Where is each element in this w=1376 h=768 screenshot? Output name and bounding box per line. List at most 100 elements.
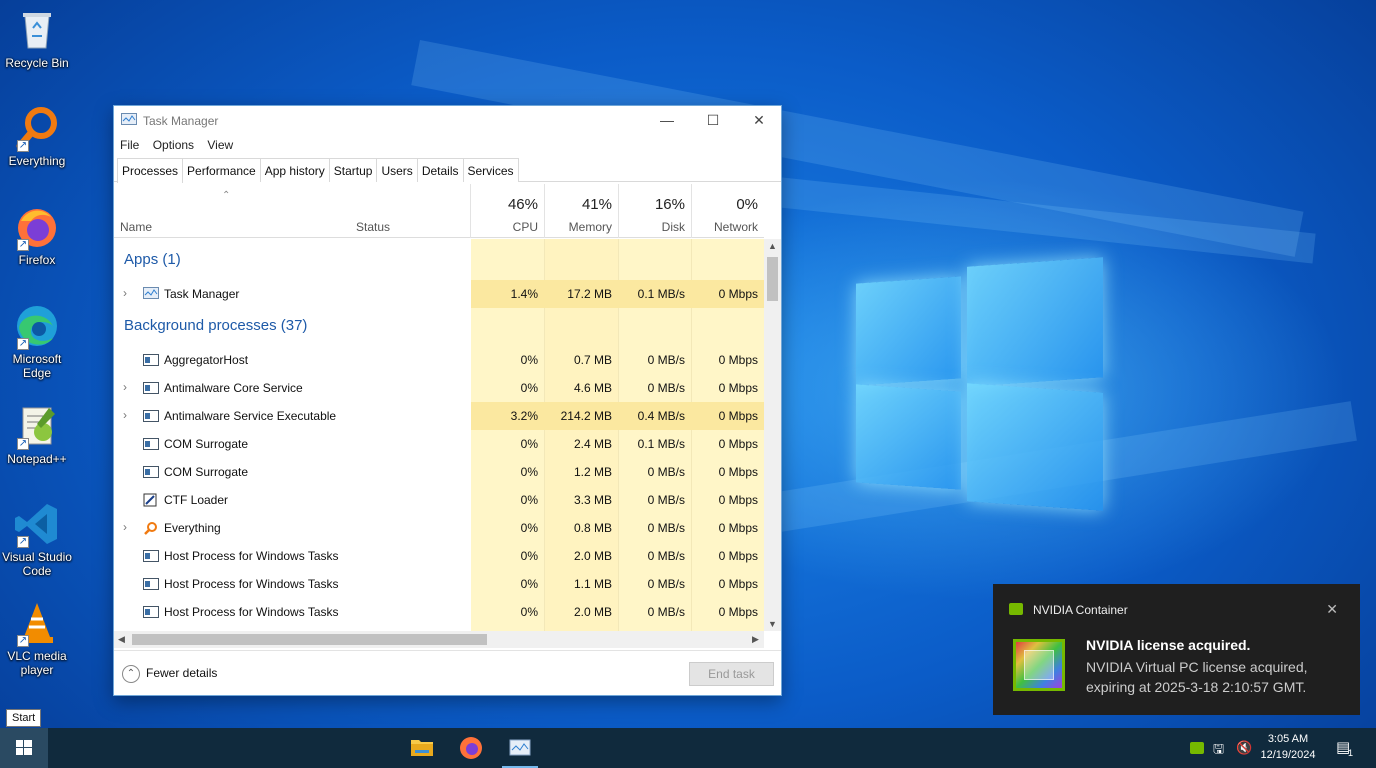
tab-processes[interactable]: Processes xyxy=(117,158,184,183)
column-header-status[interactable]: Status xyxy=(350,184,471,238)
notification-toast[interactable]: NVIDIA Container ✕ NVIDIA license acquir… xyxy=(993,584,1360,715)
desktop-icon-label: Firefox xyxy=(18,253,56,267)
tab-details[interactable]: Details xyxy=(416,158,464,182)
scroll-thumb[interactable] xyxy=(132,634,487,645)
scroll-thumb[interactable] xyxy=(767,257,778,301)
table-row[interactable]: › Task Manager 1.4% 17.2 MB 0.1 MB/s 0 M… xyxy=(114,280,764,308)
everything-search-icon: ↗ xyxy=(13,104,61,152)
table-row[interactable]: COM Surrogate 0% 1.2 MB 0 MB/s 0 Mbps xyxy=(114,458,764,486)
minimize-button[interactable]: — xyxy=(644,106,690,134)
notification-title: NVIDIA license acquired. xyxy=(1086,637,1251,653)
desktop-icon-label: Notepad++ xyxy=(7,452,67,466)
end-task-button[interactable]: End task xyxy=(689,662,774,686)
tab-app-history[interactable]: App history xyxy=(259,158,330,182)
tab-startup[interactable]: Startup xyxy=(328,158,378,182)
desktop-icon-recycle-bin[interactable]: Recycle Bin xyxy=(0,6,74,70)
shortcut-arrow-icon: ↗ xyxy=(17,635,29,647)
desktop-icon-vlc[interactable]: ↗ VLC media player xyxy=(0,599,74,677)
table-row[interactable]: CTF Loader 0% 3.3 MB 0 MB/s 0 Mbps xyxy=(114,486,764,514)
taskbar: 🖫 🔇 3:05 AM 12/19/2024 ▤ 1 xyxy=(0,728,1376,768)
menu-view[interactable]: View xyxy=(207,134,233,156)
shortcut-arrow-icon: ↗ xyxy=(17,239,29,251)
desktop-icon-label: VLC media player xyxy=(7,649,67,677)
clock-time: 3:05 AM xyxy=(1267,733,1309,745)
window-title: Task Manager xyxy=(143,114,219,128)
task-manager-icon xyxy=(509,739,531,756)
desktop-icon-everything[interactable]: ↗ Everything xyxy=(0,104,74,168)
footer-bar: ⌃ Fewer details End task xyxy=(114,650,781,695)
desktop-icon-notepadpp[interactable]: ↗ Notepad++ xyxy=(0,402,74,466)
windows-start-icon xyxy=(16,740,32,755)
nvidia-tray-icon[interactable] xyxy=(1190,742,1204,754)
system-clock[interactable]: 3:05 AM 12/19/2024 xyxy=(1256,731,1320,763)
column-header-name[interactable]: ⌃ Name xyxy=(114,184,350,238)
taskbar-firefox[interactable] xyxy=(449,728,493,768)
menu-file[interactable]: File xyxy=(120,134,139,156)
table-row[interactable]: Host Process for Windows Tasks 0% 2.0 MB 0 … xyxy=(114,542,764,570)
taskbar-file-explorer[interactable] xyxy=(400,728,444,768)
column-header-network[interactable]: 0% Network xyxy=(692,184,764,238)
close-icon[interactable]: ✕ xyxy=(1326,601,1338,618)
expand-chevron-icon[interactable]: › xyxy=(123,380,127,394)
notepadpp-icon: ↗ xyxy=(13,402,61,450)
title-bar[interactable]: Task Manager — ☐ ✕ xyxy=(114,106,781,134)
table-row[interactable]: Host Process for Windows Tasks 0% 1.1 MB 0 … xyxy=(114,570,764,598)
expand-chevron-icon[interactable]: › xyxy=(123,286,127,300)
desktop-icon-label: Everything xyxy=(8,154,66,168)
scroll-right-icon[interactable]: ▶ xyxy=(752,634,759,645)
tab-services[interactable]: Services xyxy=(462,158,519,182)
firefox-icon: ↗ xyxy=(13,203,61,251)
service-window-icon xyxy=(143,382,159,394)
desktop-icon-label: Recycle Bin xyxy=(5,56,69,70)
tab-users[interactable]: Users xyxy=(376,158,418,182)
desktop-icon-label: Microsoft Edge xyxy=(12,352,62,380)
expand-chevron-icon[interactable]: › xyxy=(123,408,127,422)
task-manager-icon xyxy=(143,287,159,299)
task-manager-window: Task Manager — ☐ ✕ File Options View Pro… xyxy=(113,105,782,696)
column-header-cpu[interactable]: 46% CPU xyxy=(471,184,545,238)
service-window-icon xyxy=(143,438,159,450)
scroll-left-icon[interactable]: ◀ xyxy=(118,634,125,645)
desktop-icon-label: Visual Studio Code xyxy=(2,550,72,578)
shortcut-arrow-icon: ↗ xyxy=(17,338,29,350)
process-list: Apps (1) › Task Manager 1.4% 17.2 MB 0.1… xyxy=(114,239,764,631)
horizontal-scrollbar[interactable]: ◀ ▶ xyxy=(114,631,764,648)
taskbar-task-manager[interactable] xyxy=(498,728,542,768)
everything-search-icon xyxy=(144,522,157,535)
desktop-icon-edge[interactable]: ↗ Microsoft Edge xyxy=(0,302,74,380)
start-tooltip: Start xyxy=(6,709,42,727)
maximize-button[interactable]: ☐ xyxy=(690,106,736,134)
column-header-memory[interactable]: 41% Memory xyxy=(545,184,619,238)
table-row[interactable]: › Antimalware Core Service 0% 4.6 MB 0 MB/s 0… xyxy=(114,374,764,402)
menu-options[interactable]: Options xyxy=(153,134,194,156)
tab-performance[interactable]: Performance xyxy=(182,158,261,182)
expand-chevron-icon[interactable]: › xyxy=(123,520,127,534)
tab-strip: Processes Performance App history Startu… xyxy=(114,156,781,183)
network-icon[interactable]: 🖫 xyxy=(1213,740,1224,762)
scroll-up-icon[interactable]: ▲ xyxy=(768,241,777,251)
column-header-disk[interactable]: 16% Disk xyxy=(619,184,692,238)
recycle-bin-icon xyxy=(13,6,61,54)
table-row[interactable]: COM Surrogate 0% 2.4 MB 0.1 MB/s 0 Mbps xyxy=(114,430,764,458)
desktop-icon-vscode[interactable]: ↗ Visual Studio Code xyxy=(0,500,74,578)
desktop-icon-firefox[interactable]: ↗ Firefox xyxy=(0,203,74,267)
ctf-loader-icon xyxy=(143,493,157,507)
group-header-background[interactable]: Background processes (37) xyxy=(124,317,307,334)
fewer-details-button[interactable]: ⌃ Fewer details xyxy=(122,665,217,683)
table-row[interactable]: AggregatorHost 0% 0.7 MB 0 MB/s 0 Mbps xyxy=(114,346,764,374)
vertical-scrollbar[interactable]: ▲ ▼ xyxy=(764,239,781,631)
table-row[interactable]: Host Process for Windows Tasks 0% 2.0 MB 0 … xyxy=(114,598,764,626)
volume-muted-icon[interactable]: 🔇 xyxy=(1236,740,1252,756)
sort-ascending-icon: ⌃ xyxy=(222,190,231,201)
table-row[interactable]: › Antimalware Service Executable 3.2% 214.2… xyxy=(114,402,764,430)
notification-app-name: NVIDIA Container xyxy=(1033,603,1128,617)
folder-icon xyxy=(411,740,433,756)
scroll-down-icon[interactable]: ▼ xyxy=(768,619,777,629)
table-row[interactable]: › Everything 0% 0.8 MB 0 MB/s 0 Mbps xyxy=(114,514,764,542)
group-header-apps[interactable]: Apps (1) xyxy=(124,251,181,268)
gpu-chip-icon xyxy=(1013,639,1065,691)
start-button[interactable] xyxy=(0,728,48,768)
vscode-icon: ↗ xyxy=(13,500,61,548)
close-button[interactable]: ✕ xyxy=(736,106,782,134)
task-manager-icon xyxy=(121,113,137,125)
